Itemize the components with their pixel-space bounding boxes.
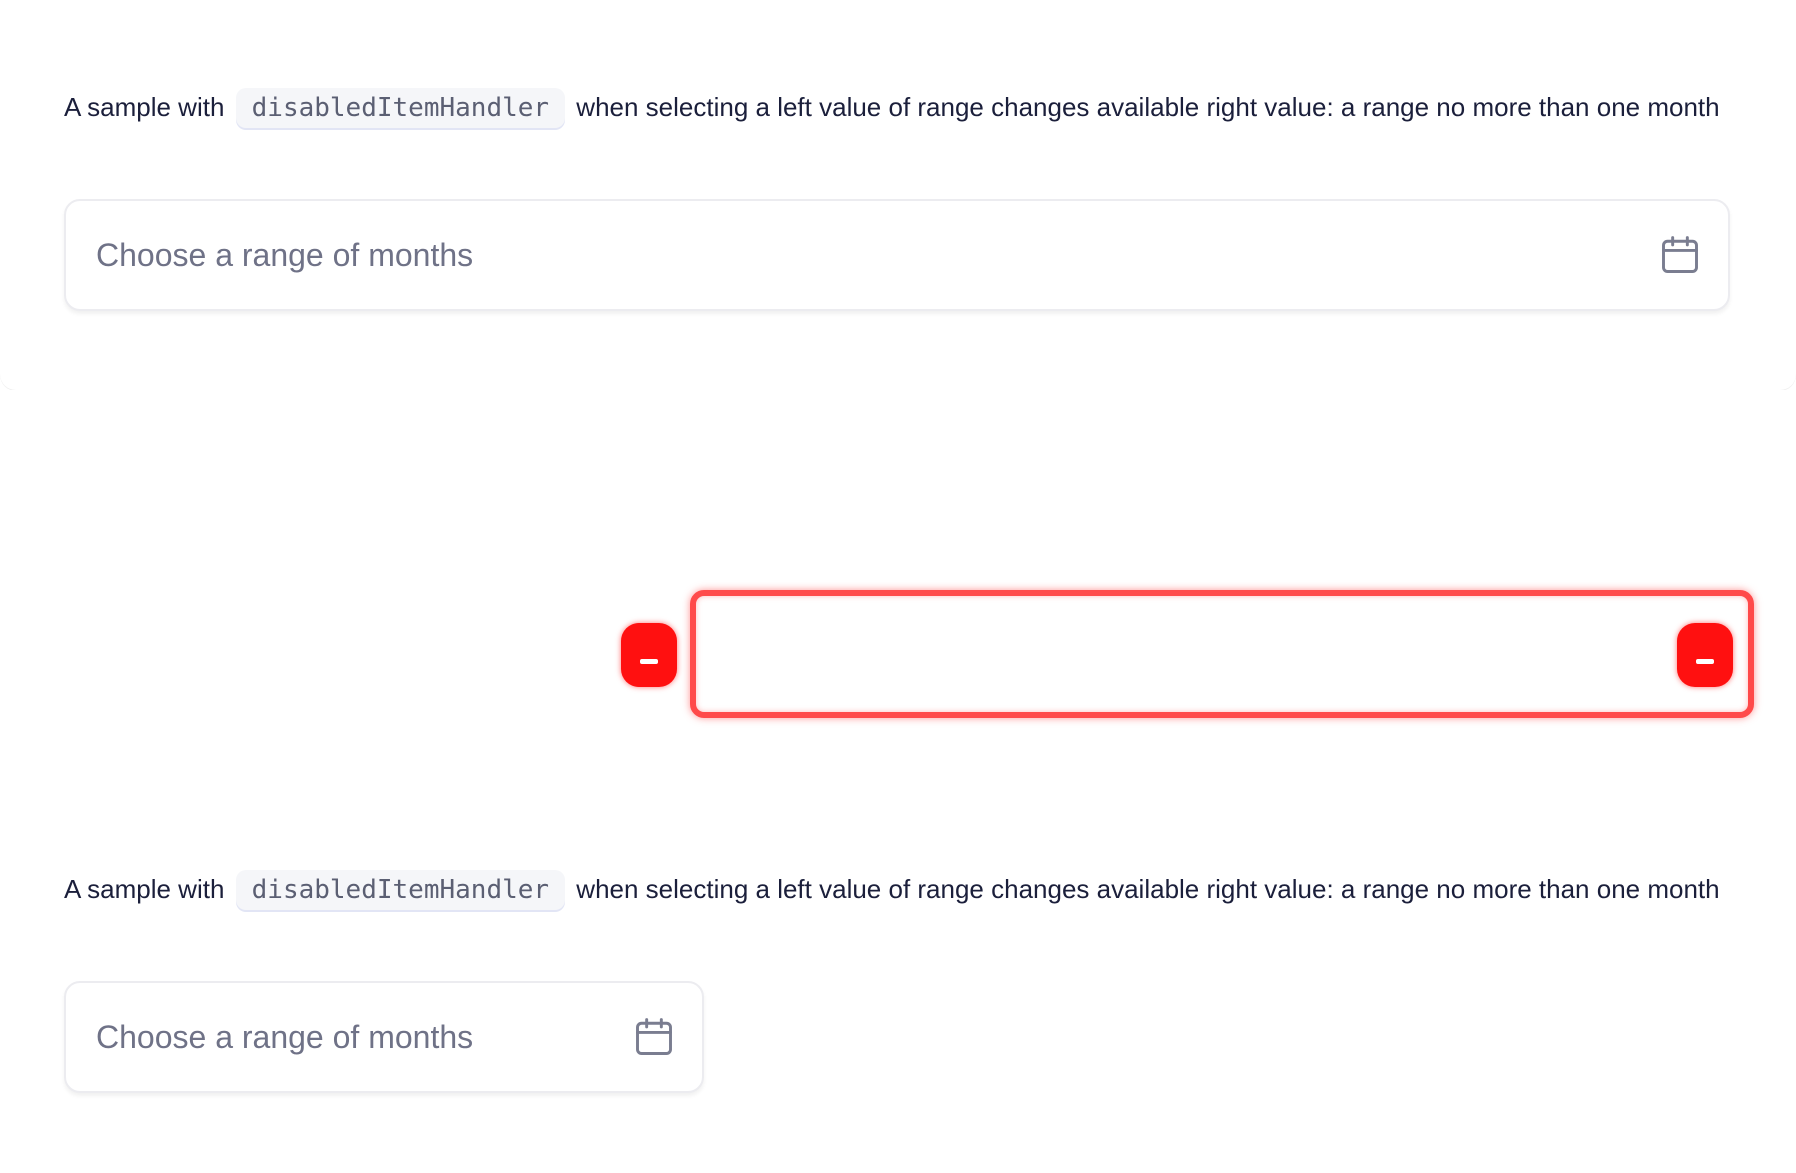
example-description-bottom: A sample with disabledItemHandler when s… — [64, 868, 1724, 911]
month-range-placeholder: Choose a range of months — [96, 236, 474, 273]
description-prefix: A sample with — [64, 874, 225, 904]
description-prefix: A sample with — [64, 92, 225, 122]
resize-overlay-box[interactable] — [690, 590, 1754, 718]
calendar-icon[interactable] — [632, 1015, 676, 1059]
minus-icon — [1696, 658, 1714, 664]
month-range-placeholder: Choose a range of months — [96, 1018, 474, 1055]
description-suffix: when selecting a left value of range cha… — [576, 874, 1720, 904]
month-range-input-top[interactable]: Choose a range of months — [64, 199, 1730, 311]
description-suffix: when selecting a left value of range cha… — [576, 92, 1720, 122]
left-resize-handle[interactable] — [621, 623, 677, 687]
code-token: disabledItemHandler — [235, 88, 566, 128]
right-resize-handle[interactable] — [1677, 623, 1733, 687]
calendar-icon[interactable] — [1658, 233, 1702, 277]
example-card-top: A sample with disabledItemHandler when s… — [0, 0, 1796, 390]
code-token: disabledItemHandler — [235, 870, 566, 910]
example-description-top: A sample with disabledItemHandler when s… — [64, 86, 1724, 129]
minus-icon — [640, 658, 658, 664]
month-range-input-bottom[interactable]: Choose a range of months — [64, 981, 704, 1093]
